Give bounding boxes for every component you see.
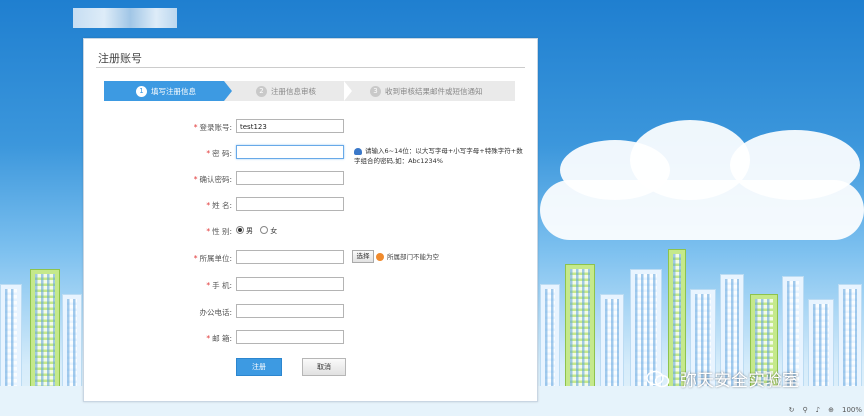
login-row: * 登录账号: test123 <box>84 119 537 135</box>
confirm-password-input[interactable] <box>236 171 344 185</box>
mobile-row: * 手 机: <box>84 277 537 293</box>
progress-steps: 1 填写注册信息 2 注册信息审核 3 收到审核结果邮件或短信通知 <box>104 81 515 101</box>
watermark: 弥天安全实验室 <box>646 366 799 391</box>
c-icon[interactable]: ↻ <box>789 406 795 414</box>
site-logo <box>73 8 177 28</box>
name-row: * 姓 名: <box>84 197 537 213</box>
cloud-info-icon <box>354 147 362 155</box>
gender-female-option[interactable]: 女 <box>260 226 277 235</box>
step-2-number: 2 <box>256 85 267 97</box>
mobile-label: * 手 机: <box>206 281 232 290</box>
email-input[interactable] <box>236 330 344 344</box>
login-input[interactable]: test123 <box>236 119 344 133</box>
office-phone-input[interactable] <box>236 304 344 318</box>
password-input[interactable] <box>236 145 344 159</box>
gender-options: 男 女 <box>236 226 277 236</box>
name-input[interactable] <box>236 197 344 211</box>
step-3-number: 3 <box>370 85 381 97</box>
email-row: * 邮 箱: <box>84 330 537 346</box>
mobile-input[interactable] <box>236 277 344 291</box>
zoom-icon[interactable]: ⊕ <box>828 406 834 414</box>
step-1-label: 填写注册信息 <box>151 86 196 96</box>
step-3-label: 收到审核结果邮件或短信通知 <box>385 86 483 96</box>
password-hint: 请输入6~14位：以大写字母+小写字母+特殊字符+数字组合的密码,如：Abc12… <box>354 147 523 165</box>
step-arrow-icon <box>224 81 232 101</box>
background-clouds <box>540 100 864 250</box>
gender-row: * 性 别: 男 女 <box>84 223 537 239</box>
title-divider <box>96 67 525 68</box>
gender-label: * 性 别: <box>206 227 232 236</box>
lock-icon[interactable]: ⚲ <box>803 406 808 414</box>
wechat-icon <box>646 370 670 387</box>
email-label: * 邮 箱: <box>206 334 232 343</box>
step-1-number: 1 <box>136 85 147 97</box>
zoom-level[interactable]: 100% <box>842 406 862 414</box>
password-label: * 密 码: <box>206 149 232 158</box>
cancel-button[interactable]: 取消 <box>302 358 346 376</box>
name-label: * 姓 名: <box>206 201 232 210</box>
office-phone-row: 办公电话: <box>84 304 537 320</box>
unit-input[interactable] <box>236 250 344 264</box>
step-1: 1 填写注册信息 <box>104 81 224 101</box>
step-3: 3 收到审核结果邮件或短信通知 <box>370 81 515 101</box>
radio-checked-icon[interactable] <box>236 226 244 234</box>
confirm-row: * 确认密码: <box>84 171 537 187</box>
unit-error: 所属部门不能为空 <box>376 252 439 262</box>
page-title: 注册账号 <box>98 52 142 65</box>
register-button[interactable]: 注册 <box>236 358 282 376</box>
watermark-text: 弥天安全实验室 <box>680 371 799 391</box>
registration-card: 注册账号 1 填写注册信息 2 注册信息审核 3 收到审核结果邮件或短信通知 *… <box>83 38 538 402</box>
unit-row: * 所属单位: 选择 所属部门不能为空 <box>84 250 537 266</box>
login-label: * 登录账号: <box>193 123 232 132</box>
gender-male-option[interactable]: 男 <box>236 226 253 235</box>
select-unit-button[interactable]: 选择 <box>352 250 374 263</box>
speaker-icon[interactable]: ♪ <box>816 406 820 414</box>
radio-unchecked-icon[interactable] <box>260 226 269 234</box>
warning-icon <box>376 253 384 261</box>
step-2-label: 注册信息审核 <box>271 86 316 96</box>
office-phone-label: 办公电话: <box>199 308 232 317</box>
confirm-label: * 确认密码: <box>193 175 232 184</box>
step-arrow-icon <box>344 81 352 101</box>
unit-label: * 所属单位: <box>193 254 232 263</box>
password-row: * 密 码: 请输入6~14位：以大写字母+小写字母+特殊字符+数字组合的密码,如… <box>84 145 537 165</box>
browser-statusbar: ↻ ⚲ ♪ ⊕ 100% <box>789 406 862 414</box>
